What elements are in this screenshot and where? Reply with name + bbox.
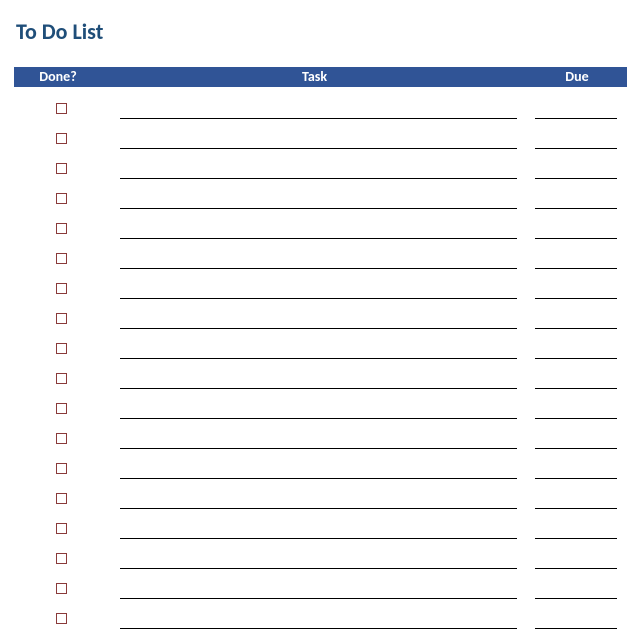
due-field[interactable] bbox=[535, 495, 617, 509]
task-field[interactable] bbox=[120, 195, 517, 209]
done-checkbox[interactable] bbox=[56, 523, 67, 534]
due-field[interactable] bbox=[535, 105, 617, 119]
done-cell bbox=[20, 333, 102, 363]
done-checkbox[interactable] bbox=[56, 223, 67, 234]
task-field[interactable] bbox=[120, 285, 517, 299]
task-field[interactable] bbox=[120, 105, 517, 119]
done-checkbox[interactable] bbox=[56, 193, 67, 204]
task-field[interactable] bbox=[120, 615, 517, 629]
due-field[interactable] bbox=[535, 465, 617, 479]
task-field[interactable] bbox=[120, 495, 517, 509]
done-cell bbox=[20, 183, 102, 213]
done-cell bbox=[20, 93, 102, 123]
task-field[interactable] bbox=[120, 225, 517, 239]
done-cell bbox=[20, 483, 102, 513]
task-field[interactable] bbox=[120, 465, 517, 479]
done-cell bbox=[20, 603, 102, 633]
due-field[interactable] bbox=[535, 285, 617, 299]
task-field[interactable] bbox=[120, 315, 517, 329]
done-checkbox[interactable] bbox=[56, 463, 67, 474]
table-row bbox=[14, 153, 627, 183]
done-cell bbox=[20, 573, 102, 603]
due-field[interactable] bbox=[535, 525, 617, 539]
table-row bbox=[14, 303, 627, 333]
table-row bbox=[14, 213, 627, 243]
due-field[interactable] bbox=[535, 255, 617, 269]
due-field[interactable] bbox=[535, 135, 617, 149]
done-checkbox[interactable] bbox=[56, 553, 67, 564]
table-row bbox=[14, 603, 627, 633]
done-checkbox[interactable] bbox=[56, 613, 67, 624]
task-field[interactable] bbox=[120, 435, 517, 449]
done-cell bbox=[20, 393, 102, 423]
table-row bbox=[14, 393, 627, 423]
due-field[interactable] bbox=[535, 555, 617, 569]
done-checkbox[interactable] bbox=[56, 373, 67, 384]
done-cell bbox=[20, 123, 102, 153]
column-header-due: Due bbox=[527, 67, 627, 87]
done-cell bbox=[20, 543, 102, 573]
table-row bbox=[14, 243, 627, 273]
done-checkbox[interactable] bbox=[56, 313, 67, 324]
done-cell bbox=[20, 153, 102, 183]
todo-rows bbox=[14, 93, 627, 633]
table-row bbox=[14, 513, 627, 543]
table-row bbox=[14, 543, 627, 573]
task-field[interactable] bbox=[120, 405, 517, 419]
task-field[interactable] bbox=[120, 525, 517, 539]
due-field[interactable] bbox=[535, 405, 617, 419]
column-header-row: Done? Task Due bbox=[14, 67, 627, 87]
due-field[interactable] bbox=[535, 375, 617, 389]
column-header-task: Task bbox=[102, 67, 527, 87]
done-cell bbox=[20, 243, 102, 273]
due-field[interactable] bbox=[535, 585, 617, 599]
done-cell bbox=[20, 273, 102, 303]
done-checkbox[interactable] bbox=[56, 403, 67, 414]
due-field[interactable] bbox=[535, 345, 617, 359]
task-field[interactable] bbox=[120, 585, 517, 599]
task-field[interactable] bbox=[120, 345, 517, 359]
done-checkbox[interactable] bbox=[56, 283, 67, 294]
task-field[interactable] bbox=[120, 375, 517, 389]
done-checkbox[interactable] bbox=[56, 133, 67, 144]
column-header-done: Done? bbox=[14, 67, 102, 87]
due-field[interactable] bbox=[535, 225, 617, 239]
table-row bbox=[14, 423, 627, 453]
done-checkbox[interactable] bbox=[56, 583, 67, 594]
done-checkbox[interactable] bbox=[56, 163, 67, 174]
table-row bbox=[14, 333, 627, 363]
page-title: To Do List bbox=[16, 18, 627, 45]
done-cell bbox=[20, 213, 102, 243]
due-field[interactable] bbox=[535, 435, 617, 449]
table-row bbox=[14, 363, 627, 393]
table-row bbox=[14, 123, 627, 153]
due-field[interactable] bbox=[535, 195, 617, 209]
table-row bbox=[14, 273, 627, 303]
done-cell bbox=[20, 513, 102, 543]
task-field[interactable] bbox=[120, 255, 517, 269]
due-field[interactable] bbox=[535, 165, 617, 179]
due-field[interactable] bbox=[535, 315, 617, 329]
table-row bbox=[14, 573, 627, 603]
done-cell bbox=[20, 363, 102, 393]
done-cell bbox=[20, 303, 102, 333]
table-row bbox=[14, 93, 627, 123]
done-checkbox[interactable] bbox=[56, 103, 67, 114]
task-field[interactable] bbox=[120, 165, 517, 179]
task-field[interactable] bbox=[120, 555, 517, 569]
done-checkbox[interactable] bbox=[56, 433, 67, 444]
table-row bbox=[14, 483, 627, 513]
done-checkbox[interactable] bbox=[56, 493, 67, 504]
table-row bbox=[14, 453, 627, 483]
done-checkbox[interactable] bbox=[56, 343, 67, 354]
done-cell bbox=[20, 453, 102, 483]
task-field[interactable] bbox=[120, 135, 517, 149]
table-row bbox=[14, 183, 627, 213]
done-cell bbox=[20, 423, 102, 453]
done-checkbox[interactable] bbox=[56, 253, 67, 264]
due-field[interactable] bbox=[535, 615, 617, 629]
